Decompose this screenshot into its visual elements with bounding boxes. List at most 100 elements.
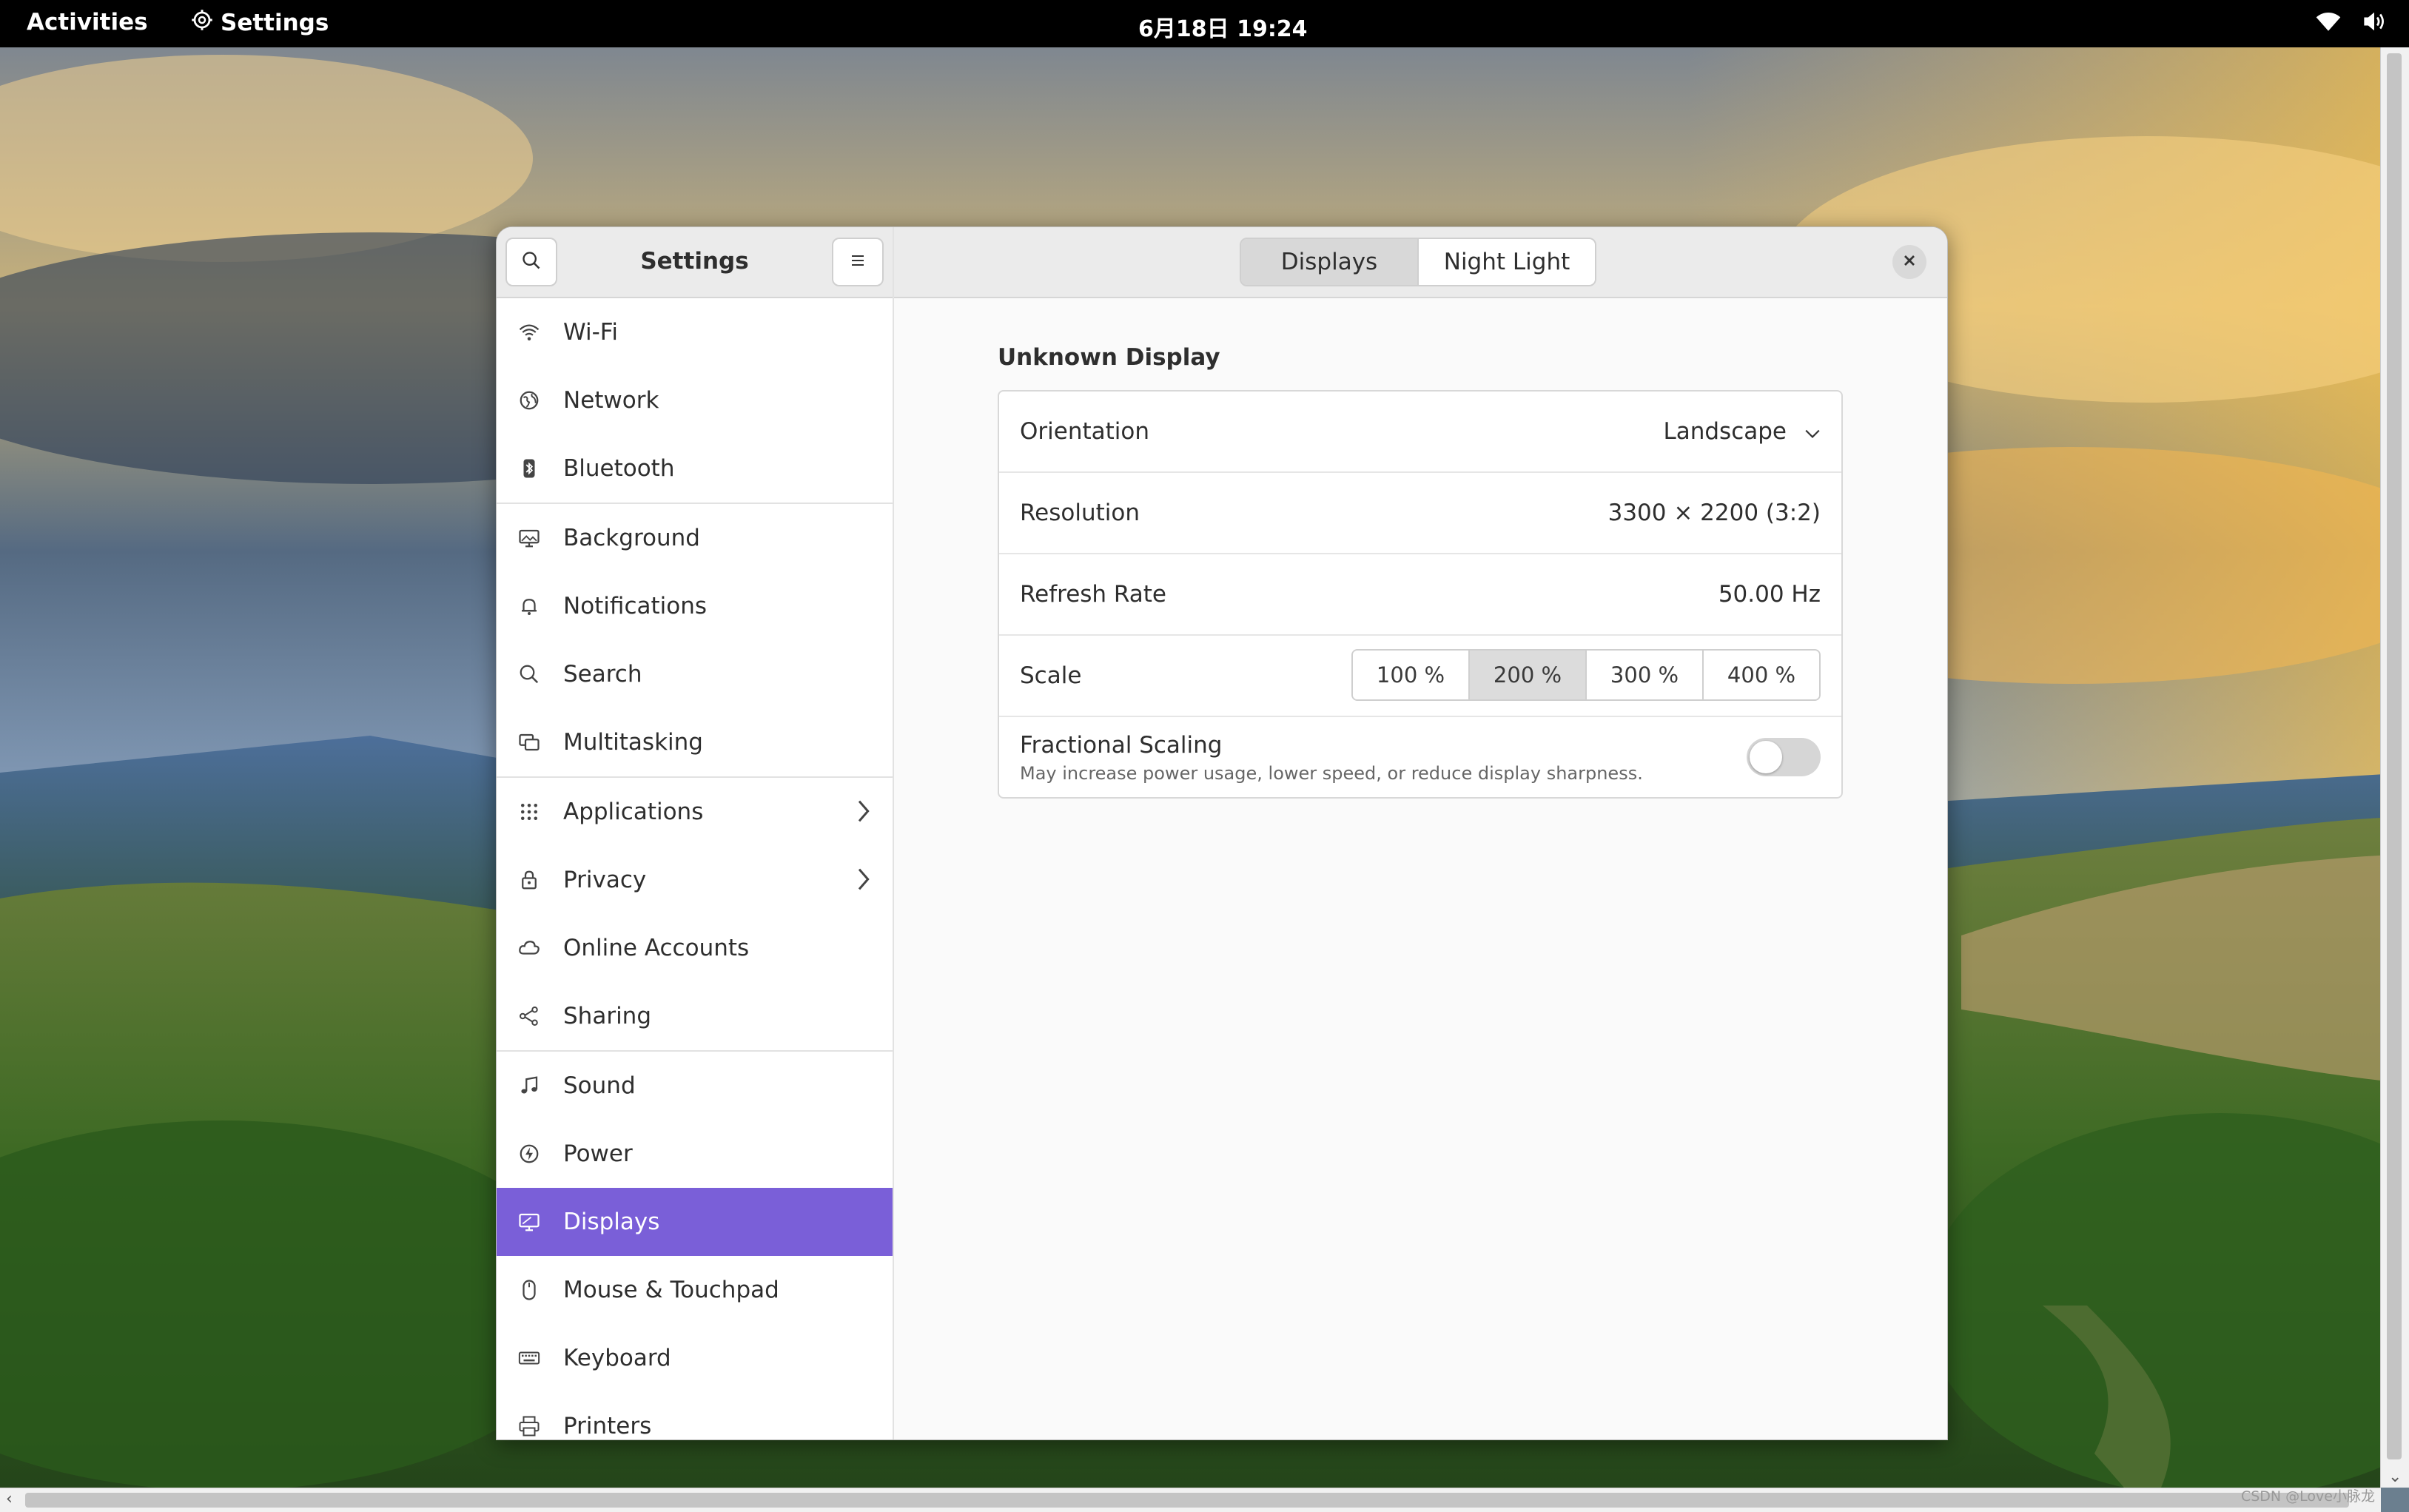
grid-icon — [516, 799, 542, 825]
windows-icon — [516, 729, 542, 756]
scale-selector: 100 % 200 % 300 % 400 % — [1351, 649, 1821, 701]
sidebar-item-background[interactable]: Background — [497, 504, 893, 572]
sidebar-item-mouse-touchpad[interactable]: Mouse & Touchpad — [497, 1256, 893, 1324]
scroll-down-icon[interactable]: ⌄ — [2388, 1468, 2402, 1486]
sidebar-item-label: Printers — [563, 1413, 652, 1439]
keyboard-icon — [516, 1345, 542, 1371]
scale-row: Scale 100 % 200 % 300 % 400 % — [999, 636, 1841, 717]
resolution-row[interactable]: Resolution 3300 × 2200 (3:2) — [999, 473, 1841, 554]
sidebar-item-label: Wi-Fi — [563, 319, 618, 346]
bell-icon — [516, 593, 542, 619]
sidebar-item-label: Keyboard — [563, 1345, 671, 1371]
clock[interactable]: 6月18日 19:24 — [1138, 10, 1308, 43]
sidebar-item-applications[interactable]: Applications — [497, 778, 893, 846]
app-menu[interactable]: Settings — [191, 9, 329, 37]
scale-400-button[interactable]: 400 % — [1702, 651, 1819, 699]
globe-icon — [516, 387, 542, 414]
sidebar-item-label: Multitasking — [563, 729, 703, 756]
sidebar-item-search[interactable]: Search — [497, 640, 893, 708]
sidebar-item-label: Power — [563, 1140, 633, 1167]
sidebar-item-label: Mouse & Touchpad — [563, 1277, 779, 1303]
resolution-value: 3300 × 2200 (3:2) — [1607, 500, 1821, 526]
sidebar-item-label: Sharing — [563, 1003, 652, 1029]
music-note-icon — [516, 1072, 542, 1099]
sidebar-item-label: Applications — [563, 799, 704, 825]
sidebar-item-label: Notifications — [563, 593, 708, 619]
orientation-row[interactable]: Orientation Landscape — [999, 392, 1841, 473]
tab-displays[interactable]: Displays — [1241, 239, 1419, 285]
bluetooth-icon — [516, 455, 542, 482]
chevron-down-icon — [1804, 418, 1821, 445]
toggle-knob — [1750, 741, 1782, 773]
sidebar-item-notifications[interactable]: Notifications — [497, 572, 893, 640]
scroll-left-icon[interactable]: ‹ — [6, 1490, 13, 1508]
tab-night-light[interactable]: Night Light — [1419, 239, 1595, 285]
watermark: CSDN @Love小脉龙 — [2240, 1488, 2375, 1505]
sidebar-item-label: Online Accounts — [563, 935, 750, 961]
sidebar-item-sharing[interactable]: Sharing — [497, 982, 893, 1052]
scale-300-button[interactable]: 300 % — [1585, 651, 1702, 699]
gear-icon — [191, 9, 213, 37]
sidebar-item-label: Search — [563, 661, 642, 688]
fractional-scaling-description: May increase power usage, lower speed, o… — [1020, 763, 1643, 784]
sidebar-item-bluetooth[interactable]: Bluetooth — [497, 434, 893, 504]
fractional-scaling-label: Fractional Scaling — [1020, 732, 1223, 759]
sidebar-item-wifi[interactable]: Wi-Fi — [497, 298, 893, 366]
chevron-right-icon — [856, 799, 870, 830]
system-tray[interactable] — [2316, 10, 2387, 38]
displays-panel: Displays Night Light Unknown Display Ori… — [894, 227, 1947, 1439]
scale-100-button[interactable]: 100 % — [1353, 651, 1468, 699]
sidebar-item-keyboard[interactable]: Keyboard — [497, 1324, 893, 1392]
horizontal-scrollbar[interactable]: ‹ — [0, 1488, 2381, 1512]
cloud-icon — [516, 935, 542, 961]
orientation-label: Orientation — [1020, 418, 1150, 445]
sidebar-item-label: Background — [563, 525, 700, 551]
share-icon — [516, 1003, 542, 1029]
display-name-heading: Unknown Display — [998, 344, 1220, 371]
fractional-scaling-row: Fractional Scaling May increase power us… — [999, 717, 1841, 797]
sidebar-item-label: Sound — [563, 1072, 636, 1099]
fractional-scaling-toggle[interactable] — [1747, 738, 1821, 776]
scale-label: Scale — [1020, 662, 1082, 689]
scrollbar-thumb[interactable] — [2387, 53, 2402, 1459]
sidebar-item-online-accounts[interactable]: Online Accounts — [497, 914, 893, 982]
orientation-dropdown[interactable]: Landscape — [1663, 418, 1821, 445]
sidebar-item-network[interactable]: Network — [497, 366, 893, 434]
printer-icon — [516, 1413, 542, 1439]
display-settings-card: Orientation Landscape Resolution 3300 × … — [998, 390, 1843, 799]
sidebar-nav: Wi-Fi Network Bluetooth Background Notif… — [497, 298, 893, 1439]
close-window-button[interactable] — [1892, 245, 1926, 279]
panel-header: Displays Night Light — [894, 227, 1947, 298]
refresh-rate-value: 50.00 Hz — [1718, 581, 1821, 608]
sidebar-item-label: Bluetooth — [563, 455, 675, 482]
view-switcher: Displays Night Light — [1240, 238, 1596, 286]
chevron-right-icon — [856, 867, 870, 898]
scale-200-button[interactable]: 200 % — [1468, 651, 1585, 699]
sidebar: Settings Wi-Fi Network Bluetooth Backgro… — [497, 227, 894, 1439]
lock-icon — [516, 867, 542, 893]
close-icon — [1903, 254, 1916, 270]
sidebar-item-label: Displays — [563, 1209, 660, 1235]
sidebar-item-displays[interactable]: Displays — [497, 1188, 893, 1256]
search-icon — [516, 661, 542, 688]
main-menu-button[interactable] — [832, 238, 884, 286]
sidebar-item-privacy[interactable]: Privacy — [497, 846, 893, 914]
activities-button[interactable]: Activities — [27, 9, 148, 36]
sidebar-item-multitasking[interactable]: Multitasking — [497, 708, 893, 778]
display-icon — [516, 1209, 542, 1235]
monitor-image-icon — [516, 525, 542, 551]
app-menu-label: Settings — [221, 10, 329, 36]
scrollbar-thumb[interactable] — [25, 1493, 2349, 1508]
sidebar-item-power[interactable]: Power — [497, 1120, 893, 1188]
mouse-icon — [516, 1277, 542, 1303]
vertical-scrollbar[interactable]: ⌄ — [2380, 47, 2409, 1488]
sidebar-item-printers[interactable]: Printers — [497, 1392, 893, 1439]
sidebar-item-sound[interactable]: Sound — [497, 1052, 893, 1120]
power-icon — [516, 1140, 542, 1167]
sidebar-item-label: Network — [563, 387, 659, 414]
top-bar: Activities Settings 6月18日 19:24 — [0, 0, 2409, 47]
sidebar-header: Settings — [497, 227, 893, 298]
hamburger-icon — [849, 252, 867, 272]
refresh-rate-row[interactable]: Refresh Rate 50.00 Hz — [999, 554, 1841, 636]
wifi-icon — [516, 319, 542, 346]
